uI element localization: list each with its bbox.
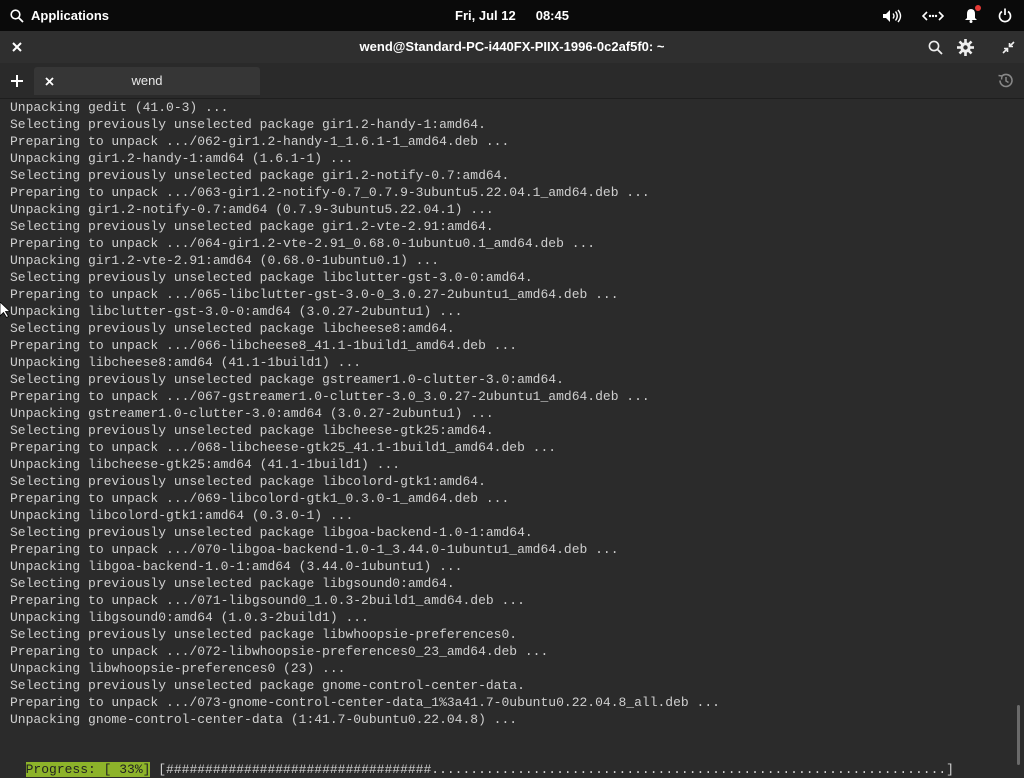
clock-date: Fri, Jul 12 — [455, 8, 516, 23]
plus-icon — [11, 74, 23, 87]
terminal-line: Preparing to unpack .../065-libclutter-g… — [10, 287, 619, 302]
clock-time: 08:45 — [535, 8, 569, 23]
terminal-line: Unpacking libcolord-gtk1:amd64 (0.3.0-1)… — [10, 508, 354, 523]
tab-wend[interactable]: wend — [34, 67, 260, 95]
terminal-view[interactable]: Unpacking gedit (41.0-3) ... Selecting pr… — [0, 99, 1024, 768]
top-panel: Applications Fri, Jul 12 08:45 — [0, 0, 1024, 31]
terminal-line: Unpacking gir1.2-handy-1:amd64 (1.6.1-1)… — [10, 151, 354, 166]
clock[interactable]: Fri, Jul 12 08:45 — [0, 0, 1024, 31]
search-button[interactable] — [924, 31, 946, 63]
terminal-line: Unpacking gir1.2-vte-2.91:amd64 (0.68.0-… — [10, 253, 440, 268]
terminal-headerbar: wend@Standard-PC-i440FX-PIIX-1996-0c2af5… — [0, 31, 1024, 64]
terminal-line: Selecting previously unselected package … — [10, 168, 510, 183]
settings-button[interactable] — [954, 31, 976, 63]
notification-dot — [975, 5, 981, 11]
unmaximize-button[interactable] — [997, 31, 1019, 63]
terminal-line: Unpacking libgoa-backend-1.0-1:amd64 (3.… — [10, 559, 463, 574]
terminal-line: Selecting previously unselected package … — [10, 117, 486, 132]
terminal-line: Selecting previously unselected package … — [10, 678, 525, 693]
terminal-line: Selecting previously unselected package … — [10, 576, 455, 591]
tab-bar: wend — [0, 63, 1024, 99]
restore-arrows-icon — [1001, 40, 1015, 54]
terminal-line: Unpacking gstreamer1.0-clutter-3.0:amd64… — [10, 406, 494, 421]
terminal-line: Unpacking gir1.2-notify-0.7:amd64 (0.7.9… — [10, 202, 494, 217]
power-icon[interactable] — [998, 8, 1012, 23]
gear-icon — [956, 38, 974, 56]
terminal-line: Selecting previously unselected package … — [10, 423, 494, 438]
terminal-line: Unpacking libclutter-gst-3.0-0:amd64 (3.… — [10, 304, 463, 319]
terminal-line: Preparing to unpack .../073-gnome-contro… — [10, 695, 720, 710]
progress-bar-text: [##################################.....… — [150, 762, 954, 777]
tab-label: wend — [131, 73, 163, 88]
terminal-line: Preparing to unpack .../072-libwhoopsie-… — [10, 644, 549, 659]
terminal-line: Preparing to unpack .../071-libgsound0_1… — [10, 593, 525, 608]
closed-tabs-history-button[interactable] — [994, 63, 1016, 98]
terminal-line: Unpacking libwhoopsie-preferences0 (23) … — [10, 661, 346, 676]
terminal-line: Preparing to unpack .../070-libgoa-backe… — [10, 542, 619, 557]
progress-label: Progress: [ 33%] — [25, 762, 151, 777]
terminal-line: Selecting previously unselected package … — [10, 372, 564, 387]
terminal-line: Preparing to unpack .../069-libcolord-gt… — [10, 491, 510, 506]
mouse-pointer — [0, 301, 12, 323]
terminal-output: Unpacking gedit (41.0-3) ... Selecting pr… — [10, 99, 1010, 728]
terminal-line: Unpacking libgsound0:amd64 (1.0.3-2build… — [10, 610, 369, 625]
network-icon[interactable] — [922, 9, 944, 23]
terminal-line: Preparing to unpack .../064-gir1.2-vte-2… — [10, 236, 596, 251]
terminal-line: Selecting previously unselected package … — [10, 474, 486, 489]
terminal-line: Unpacking libcheese-gtk25:amd64 (41.1-1b… — [10, 457, 401, 472]
terminal-line: Preparing to unpack .../063-gir1.2-notif… — [10, 185, 650, 200]
terminal-line: Preparing to unpack .../067-gstreamer1.0… — [10, 389, 650, 404]
history-icon — [997, 72, 1014, 89]
apt-progress-line: Progress: [ 33%] [######################… — [10, 744, 1010, 777]
terminal-line: Selecting previously unselected package … — [10, 627, 518, 642]
terminal-line: Selecting previously unselected package … — [10, 525, 533, 540]
terminal-line: Preparing to unpack .../066-libcheese8_4… — [10, 338, 518, 353]
volume-icon[interactable] — [882, 9, 902, 23]
terminal-line: Preparing to unpack .../068-libcheese-gt… — [10, 440, 557, 455]
terminal-line: Selecting previously unselected package … — [10, 270, 533, 285]
notification-bell-icon[interactable] — [964, 5, 981, 23]
terminal-line: Unpacking libcheese8:amd64 (41.1-1build1… — [10, 355, 362, 370]
terminal-line: Unpacking gedit (41.0-3) ... — [10, 100, 229, 115]
scrollbar-thumb[interactable] — [1017, 705, 1020, 765]
system-tray — [882, 0, 1012, 31]
terminal-line: Selecting previously unselected package … — [10, 321, 455, 336]
terminal-line: Preparing to unpack .../062-gir1.2-handy… — [10, 134, 510, 149]
search-icon — [928, 40, 943, 55]
terminal-line: Unpacking gnome-control-center-data (1:4… — [10, 712, 518, 727]
terminal-line: Selecting previously unselected package … — [10, 219, 494, 234]
new-tab-button[interactable] — [6, 63, 28, 98]
window-title: wend@Standard-PC-i440FX-PIIX-1996-0c2af5… — [359, 39, 665, 54]
